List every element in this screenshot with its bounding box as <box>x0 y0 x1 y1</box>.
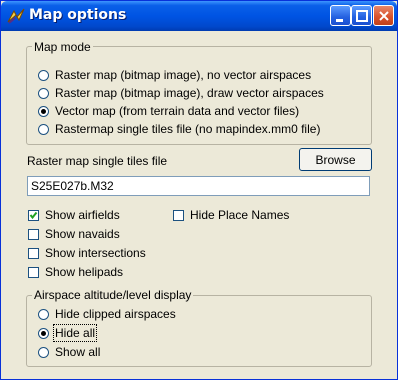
tiles-file-input[interactable]: S25E027b.M32 <box>27 176 370 196</box>
close-icon <box>379 11 389 21</box>
radio-icon[interactable] <box>38 346 49 358</box>
show-navaids-checkbox[interactable]: Show navaids <box>28 227 120 241</box>
radio-selected-icon[interactable] <box>38 105 49 117</box>
map-mode-option-single-tiles[interactable]: Rastermap single tiles file (no mapindex… <box>38 122 320 136</box>
radio-icon[interactable] <box>38 123 49 135</box>
app-icon <box>7 8 25 24</box>
maximize-icon <box>356 10 368 22</box>
map-mode-option-vector[interactable]: Vector map (from terrain data and vector… <box>38 104 299 118</box>
checkbox-icon[interactable] <box>28 247 39 259</box>
altitude-option-hide-all[interactable]: Hide all <box>38 324 98 342</box>
radio-icon[interactable] <box>38 87 49 99</box>
show-intersections-checkbox[interactable]: Show intersections <box>28 246 146 260</box>
map-mode-option-raster-no-vector[interactable]: Raster map (bitmap image), no vector air… <box>38 68 311 82</box>
radio-icon[interactable] <box>38 308 49 320</box>
title-bar[interactable]: Map options <box>1 1 397 31</box>
browse-button[interactable]: Browse <box>299 148 372 171</box>
altitude-option-hide-clipped[interactable]: Hide clipped airspaces <box>38 307 176 321</box>
show-helipads-checkbox[interactable]: Show helipads <box>28 265 123 279</box>
checkbox-icon[interactable] <box>28 228 39 240</box>
checkbox-icon[interactable] <box>173 209 184 221</box>
minimize-button[interactable] <box>330 5 351 26</box>
radio-selected-icon[interactable] <box>38 327 49 339</box>
checkbox-checked-icon[interactable] <box>28 209 39 221</box>
minimize-icon <box>336 19 343 22</box>
radio-icon[interactable] <box>38 69 49 81</box>
checkbox-icon[interactable] <box>28 266 39 278</box>
map-options-window: Map options Map mode Raster map (bitmap … <box>0 0 398 380</box>
tiles-file-label: Raster map single tiles file <box>27 154 168 168</box>
altitude-display-legend: Airspace altitude/level display <box>32 288 194 302</box>
altitude-option-show-all[interactable]: Show all <box>38 345 100 359</box>
close-button[interactable] <box>373 5 394 26</box>
map-mode-legend: Map mode <box>32 40 93 54</box>
map-mode-option-raster-vector[interactable]: Raster map (bitmap image), draw vector a… <box>38 86 324 100</box>
window-title: Map options <box>29 7 127 23</box>
maximize-button[interactable] <box>351 5 372 26</box>
hide-place-names-checkbox[interactable]: Hide Place Names <box>173 208 289 222</box>
show-airfields-checkbox[interactable]: Show airfields <box>28 208 120 222</box>
